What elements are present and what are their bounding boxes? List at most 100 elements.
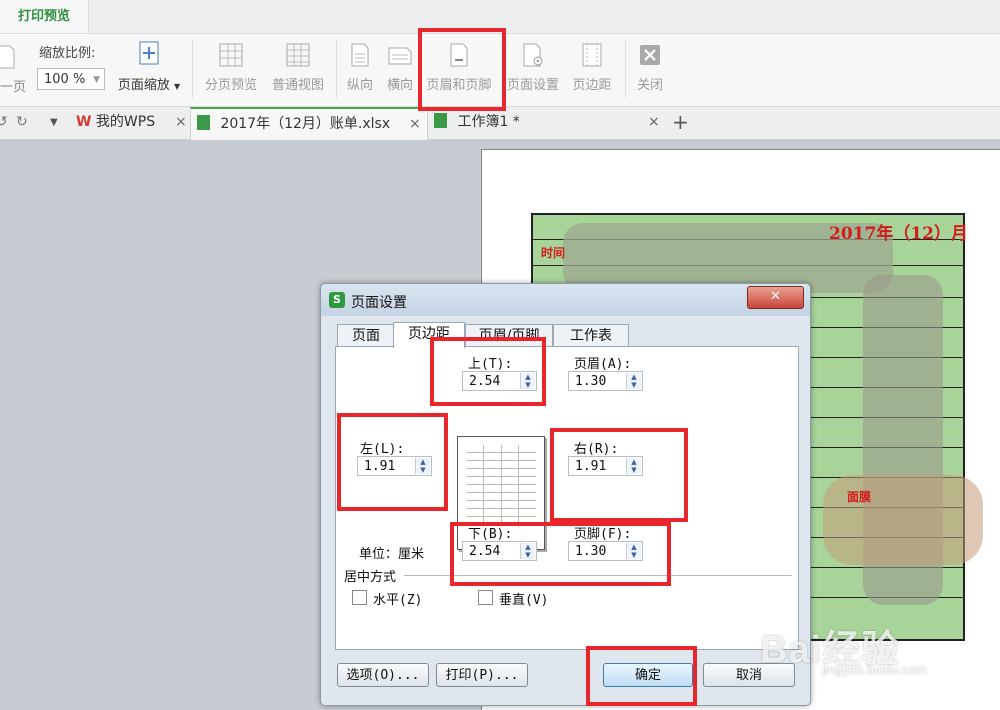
tab-my-wps-label: 我的WPS [95,114,156,130]
bottom-margin-input[interactable]: 2.54 ▲ ▼ [462,541,537,561]
left-margin-input[interactable]: 1.91 ▲ ▼ [357,456,432,476]
right-margin-label: 右(R): [574,442,619,457]
options-button[interactable]: 选项(O)... [337,663,429,687]
spin-arrows[interactable]: ▲ ▼ [520,543,535,559]
margins-icon [582,43,602,67]
tab-my-wps[interactable]: W 我的WPS × [70,107,190,138]
top-margin-input[interactable]: 2.54 ▲ ▼ [462,371,537,391]
page-break-preview-button[interactable]: 分页预览 [201,38,261,100]
bottom-margin-label: 下(B): [468,527,513,542]
right-margin-input[interactable]: 1.91 ▲ ▼ [568,456,643,476]
ribbon-separator [192,40,193,98]
tab-workbook1[interactable]: 工作簿1 * × [432,107,664,138]
tab-worksheet[interactable]: 工作表 [553,324,629,347]
group-divider [404,575,792,576]
landscape-button[interactable]: 横向 [383,38,417,100]
footer-margin-label: 页脚(F): [574,527,632,542]
tab-billing-xlsx-label: 2017年（12月）账单.xlsx [220,116,391,132]
header-footer-button[interactable]: 页眉和页脚 [422,38,496,100]
preview-table-grid [466,445,536,527]
center-vertical-label: 垂直(V) [499,593,549,608]
spin-down-icon[interactable]: ▼ [627,551,641,559]
portrait-button[interactable]: 纵向 [343,38,377,100]
top-margin-value: 2.54 [469,374,501,389]
spin-arrows[interactable]: ▲ ▼ [520,373,535,389]
unit-label: 单位：厘米 [359,547,425,562]
new-tab-icon[interactable]: + [672,107,689,138]
tab-billing-xlsx[interactable]: 2017年（12月）账单.xlsx × [190,107,428,140]
baidu-jingyan-watermark: Bai经验 jingyan.baidu.com [760,618,990,698]
spin-down-icon[interactable]: ▼ [521,551,535,559]
spin-arrows[interactable]: ▲ ▼ [626,543,641,559]
close-preview-button[interactable]: 关闭 [632,38,668,100]
tab-header-footer[interactable]: 页眉/页脚 [465,324,553,347]
dialog-titlebar[interactable]: S 页面设置 ✕ [321,284,810,316]
tab-print-preview[interactable]: 打印预览 [0,0,89,33]
close-tab-icon[interactable]: × [409,109,421,140]
close-tab-icon[interactable]: × [648,107,660,138]
left-margin-label: 左(L): [360,442,405,457]
table-icon [286,43,310,67]
sheet-title: 2017年（12）月 [829,224,968,244]
ribbon: 打印预览 一页 缩放比例: 100 % ▼ 页面缩放 ▼ 分页预览 普通视图 纵… [0,0,1000,107]
tab-list-dropdown-icon[interactable]: ▼ [50,107,58,138]
tab-workbook1-label: 工作簿1 * [457,114,520,130]
dialog-body: 页面 页边距 页眉/页脚 工作表 上(T): 2.54 ▲ ▼ 页眉(A): 1.… [331,322,799,650]
gear-page-icon [523,43,543,67]
portrait-label: 纵向 [346,78,373,93]
page-icon [0,45,15,69]
spin-arrows[interactable]: ▲ ▼ [626,458,641,474]
center-vertical-checkbox[interactable] [478,590,493,605]
close-preview-label: 关闭 [636,78,663,93]
zoom-select[interactable]: 100 % ▼ [37,68,105,90]
undo-icon[interactable]: ↺ [0,107,8,138]
spin-up-icon[interactable]: ▲ [521,543,535,551]
spin-up-icon[interactable]: ▲ [627,373,641,381]
footer-margin-value: 1.30 [575,544,607,559]
ok-button[interactable]: 确定 [603,663,693,687]
spin-up-icon[interactable]: ▲ [416,458,430,466]
spin-up-icon[interactable]: ▲ [521,373,535,381]
spin-down-icon[interactable]: ▼ [416,466,430,474]
caret-down-icon: ▼ [174,82,181,91]
spin-down-icon[interactable]: ▼ [521,381,535,389]
footer-margin-input[interactable]: 1.30 ▲ ▼ [568,541,643,561]
center-horizontal-checkbox[interactable] [352,590,367,605]
landscape-label: 横向 [386,78,413,93]
header-margin-input[interactable]: 1.30 ▲ ▼ [568,371,643,391]
close-tab-icon[interactable]: × [175,107,187,138]
center-horizontal-label: 水平(Z) [373,593,423,608]
spreadsheet-icon [197,115,210,130]
normal-view-button[interactable]: 普通视图 [267,38,329,100]
ribbon-separator [625,40,626,98]
document-tab-bar: ↺ ↻ ▼ W 我的WPS × 2017年（12月）账单.xlsx × 工作簿1… [0,107,1000,140]
dialog-close-button[interactable]: ✕ [747,286,804,309]
spin-arrows[interactable]: ▲ ▼ [626,373,641,389]
tab-page[interactable]: 页面 [337,324,395,347]
left-margin-value: 1.91 [364,459,396,474]
spin-up-icon[interactable]: ▲ [627,458,641,466]
watermark-url: jingyan.baidu.com [822,662,927,677]
print-button[interactable]: 打印(P)... [436,663,528,687]
close-icon: ✕ [770,289,781,304]
spin-down-icon[interactable]: ▼ [627,466,641,474]
close-icon [640,45,660,65]
bottom-margin-value: 2.54 [469,544,501,559]
page-zoom-button[interactable]: 页面缩放 ▼ [114,40,184,93]
spin-up-icon[interactable]: ▲ [627,543,641,551]
normal-view-label: 普通视图 [271,78,324,93]
spin-down-icon[interactable]: ▼ [627,381,641,389]
header-footer-icon [450,43,468,67]
page-zoom-icon [139,41,159,65]
portrait-page-icon [351,43,369,67]
page-setup-button[interactable]: 页面设置 [503,38,563,100]
spreadsheet-icon [434,113,447,128]
margins-button[interactable]: 页边距 [568,38,616,100]
spin-arrows[interactable]: ▲ ▼ [415,458,430,474]
prev-page-button[interactable]: 一页 [0,40,26,95]
ribbon-tabbar: 打印预览 [0,0,1000,34]
tab-margins[interactable]: 页边距 [393,322,465,348]
header-footer-label: 页眉和页脚 [426,78,492,93]
wps-logo-icon: W [76,114,92,130]
redo-icon[interactable]: ↻ [16,107,28,138]
